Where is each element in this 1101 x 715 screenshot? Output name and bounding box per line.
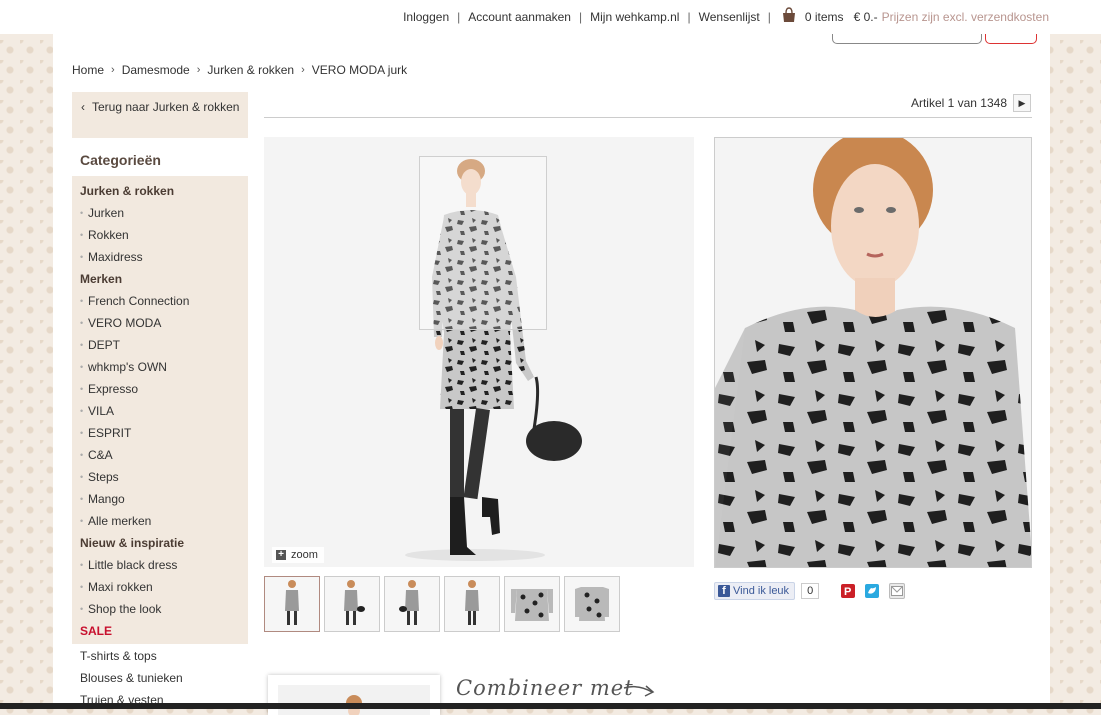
plus-icon: +	[276, 550, 286, 560]
back-label: Terug naar Jurken & rokken	[92, 100, 240, 114]
zoom-preview-pane	[714, 137, 1032, 568]
sale-link[interactable]: SALE	[80, 620, 250, 642]
shipping-note: Prijzen zijn excl. verzendkosten	[881, 10, 1049, 24]
pinterest-icon[interactable]: P	[841, 584, 856, 598]
breadcrumb-damesmode[interactable]: Damesmode	[122, 63, 190, 77]
cart-total: € 0.-	[853, 10, 878, 24]
other-categories: T-shirts & tops Blouses & tunieken Truie…	[80, 645, 183, 711]
brand-item[interactable]: VERO MODA	[80, 312, 250, 334]
category-link[interactable]: T-shirts & tops	[80, 645, 183, 667]
chevron-right-icon: ›	[196, 64, 201, 76]
breadcrumb-home[interactable]: Home	[72, 63, 104, 77]
category-item[interactable]: Maxidress	[80, 246, 250, 268]
thumbnail[interactable]	[444, 576, 500, 632]
login-link[interactable]: Inloggen	[403, 10, 449, 24]
breadcrumb-jurken-rokken[interactable]: Jurken & rokken	[207, 63, 294, 77]
categories-title: Categorieën	[80, 152, 161, 168]
zoom-label: zoom	[291, 549, 318, 561]
thumbnail[interactable]	[264, 576, 320, 632]
wishlist-link[interactable]: Wensenlijst	[699, 10, 760, 24]
shopping-bag-icon[interactable]	[781, 7, 797, 24]
brand-item[interactable]: Steps	[80, 466, 250, 488]
category-group-title[interactable]: Merken	[80, 268, 250, 290]
my-account-link[interactable]: Mijn wehkamp.nl	[590, 10, 679, 24]
category-group-title[interactable]: Jurken & rokken	[80, 180, 250, 202]
brand-item[interactable]: ESPRIT	[80, 422, 250, 444]
thumbnail[interactable]	[324, 576, 380, 632]
category-link[interactable]: Blouses & tunieken	[80, 667, 183, 689]
separator: |	[457, 10, 461, 24]
like-label: Vind ik leuk	[733, 585, 790, 597]
thumbnail-strip	[264, 576, 620, 632]
zoom-button[interactable]: + zoom	[272, 547, 324, 563]
thumbnail[interactable]	[504, 576, 560, 632]
twitter-icon[interactable]	[865, 584, 880, 598]
next-article-button[interactable]: ▶	[1013, 94, 1031, 112]
inspiration-item[interactable]: Shop the look	[80, 598, 250, 620]
chevron-right-icon: ›	[111, 64, 115, 76]
brand-item[interactable]: Alle merken	[80, 510, 250, 532]
article-counter: Artikel 1 van 1348	[910, 96, 1007, 110]
window-bottom-edge	[0, 703, 1101, 709]
combine-product-card[interactable]	[268, 675, 440, 715]
category-item[interactable]: Jurken	[80, 202, 250, 224]
brand-item[interactable]: C&A	[80, 444, 250, 466]
category-group-title[interactable]: Nieuw & inspiratie	[80, 532, 250, 554]
svg-text:P: P	[844, 586, 851, 597]
separator: |	[767, 10, 771, 24]
model-closeup-illustration	[715, 138, 1031, 567]
product-image[interactable]: + zoom	[264, 137, 694, 567]
article-navigation: Artikel 1 van 1348 ▶	[911, 94, 1031, 112]
category-item[interactable]: Rokken	[80, 224, 250, 246]
inspiration-item[interactable]: Maxi rokken	[80, 576, 250, 598]
thumbnail[interactable]	[564, 576, 620, 632]
brand-item[interactable]: VILA	[80, 400, 250, 422]
brand-item[interactable]: DEPT	[80, 334, 250, 356]
divider	[264, 117, 1032, 118]
create-account-link[interactable]: Account aanmaken	[468, 10, 571, 24]
arrow-right-icon	[623, 685, 655, 697]
brand-item[interactable]: French Connection	[80, 290, 250, 312]
email-icon[interactable]	[889, 583, 906, 599]
inspiration-item[interactable]: Little black dress	[80, 554, 250, 576]
breadcrumb-current: VERO MODA jurk	[311, 63, 408, 77]
chevron-right-icon: ›	[301, 64, 305, 76]
facebook-icon: f	[718, 585, 730, 597]
brand-item[interactable]: Mango	[80, 488, 250, 510]
thumbnail[interactable]	[384, 576, 440, 632]
social-share-bar: f Vind ik leuk 0 P	[714, 582, 906, 600]
account-links: Inloggen | Account aanmaken | Mijn wehka…	[403, 7, 1049, 24]
cart-items-link[interactable]: 0 items	[805, 10, 844, 24]
top-bar: Inloggen | Account aanmaken | Mijn wehka…	[0, 0, 1101, 34]
brand-item[interactable]: Expresso	[80, 378, 250, 400]
facebook-like-button[interactable]: f Vind ik leuk	[714, 582, 796, 600]
zoom-lens[interactable]	[419, 156, 547, 330]
like-count: 0	[801, 583, 820, 599]
category-list: Jurken & rokken Jurken Rokken Maxidress …	[80, 180, 250, 642]
separator: |	[578, 10, 583, 24]
brand-item[interactable]: whkmp's OWN	[80, 356, 250, 378]
breadcrumb: Home › Damesmode › Jurken & rokken › VER…	[72, 63, 407, 77]
separator: |	[687, 10, 691, 24]
back-to-category-button[interactable]: ‹ Terug naar Jurken & rokken	[72, 92, 248, 138]
combine-title: Combineer met	[456, 676, 634, 700]
chevron-left-icon: ‹	[81, 100, 85, 114]
